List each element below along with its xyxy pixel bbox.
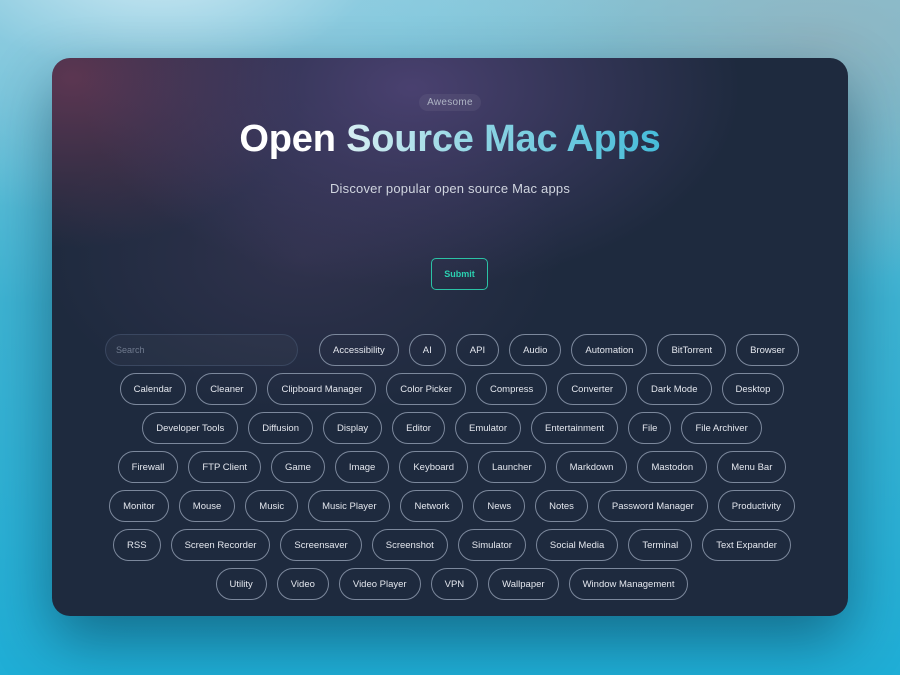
tag-row: Monitor Mouse Music Music Player Network News… xyxy=(92,490,812,522)
category-tag-music-player[interactable]: Music Player xyxy=(308,490,391,522)
category-tag-browser[interactable]: Browser xyxy=(736,334,799,366)
category-tag-notes[interactable]: Notes xyxy=(535,490,588,522)
category-tag-utility[interactable]: Utility xyxy=(215,568,267,600)
tag-row: Firewall FTP Client Game Image Keyboard Launc… xyxy=(92,451,812,483)
submit-button[interactable]: Submit xyxy=(431,258,488,290)
category-tag-cleaner[interactable]: Cleaner xyxy=(196,373,258,405)
category-tag-menu-bar[interactable]: Menu Bar xyxy=(717,451,787,483)
category-tag-file[interactable]: File xyxy=(628,412,672,444)
tag-row: RSS Screen Recorder Screensaver Screenshot S… xyxy=(92,529,812,561)
category-tag-music[interactable]: Music xyxy=(245,490,299,522)
category-tag-network[interactable]: Network xyxy=(400,490,464,522)
category-tag-image[interactable]: Image xyxy=(334,451,390,483)
hero-card: Awesome Open Source Mac Apps Discover po… xyxy=(52,58,848,616)
category-tag-text-expander[interactable]: Text Expander xyxy=(702,529,791,561)
category-tag-calendar[interactable]: Calendar xyxy=(119,373,187,405)
page-subtitle: Discover popular open source Mac apps xyxy=(329,181,571,196)
category-tag-simulator[interactable]: Simulator xyxy=(457,529,526,561)
search-input[interactable] xyxy=(105,334,299,366)
category-tag-api[interactable]: API xyxy=(455,334,500,366)
category-tag-keyboard[interactable]: Keyboard xyxy=(399,451,468,483)
category-tag-compress[interactable]: Compress xyxy=(476,373,548,405)
category-tag-video-player[interactable]: Video Player xyxy=(338,568,421,600)
category-tag-rss[interactable]: RSS xyxy=(113,529,161,561)
category-tag-accessibility[interactable]: Accessibility xyxy=(319,334,399,366)
page-title: Open Source Mac Apps xyxy=(52,118,848,161)
category-tag-emulator[interactable]: Emulator xyxy=(454,412,521,444)
category-tag-video[interactable]: Video xyxy=(276,568,329,600)
category-tag-social-media[interactable]: Social Media xyxy=(535,529,619,561)
category-tag-game[interactable]: Game xyxy=(271,451,325,483)
category-tag-mouse[interactable]: Mouse xyxy=(178,490,236,522)
tag-row: Calendar Cleaner Clipboard Manager Color Pi… xyxy=(92,373,812,405)
category-tag-automation[interactable]: Automation xyxy=(571,334,648,366)
category-tag-ai[interactable]: AI xyxy=(408,334,446,366)
category-tag-monitor[interactable]: Monitor xyxy=(109,490,169,522)
category-tag-desktop[interactable]: Desktop xyxy=(721,373,785,405)
category-tag-screensaver[interactable]: Screensaver xyxy=(280,529,362,561)
category-tag-editor[interactable]: Editor xyxy=(392,412,445,444)
category-tag-cloud: Accessibility AI API Audio Automation BitTorr… xyxy=(92,334,812,607)
category-tag-developer-tools[interactable]: Developer Tools xyxy=(142,412,239,444)
category-tag-bittorrent[interactable]: BitTorrent xyxy=(657,334,727,366)
category-tag-screen-recorder[interactable]: Screen Recorder xyxy=(170,529,271,561)
category-tag-audio[interactable]: Audio xyxy=(509,334,562,366)
category-tag-vpn[interactable]: VPN xyxy=(430,568,479,600)
category-tag-mastodon[interactable]: Mastodon xyxy=(637,451,708,483)
category-tag-file-archiver[interactable]: File Archiver xyxy=(681,412,762,444)
category-tag-dark-mode[interactable]: Dark Mode xyxy=(637,373,712,405)
category-tag-ftp-client[interactable]: FTP Client xyxy=(188,451,262,483)
category-tag-launcher[interactable]: Launcher xyxy=(478,451,546,483)
category-tag-firewall[interactable]: Firewall xyxy=(117,451,179,483)
category-tag-productivity[interactable]: Productivity xyxy=(717,490,795,522)
eyebrow-container: Awesome xyxy=(52,92,848,111)
category-tag-wallpaper[interactable]: Wallpaper xyxy=(488,568,559,600)
category-tag-markdown[interactable]: Markdown xyxy=(555,451,628,483)
category-tag-clipboard-manager[interactable]: Clipboard Manager xyxy=(267,373,377,405)
tag-row: Utility Video Video Player VPN Wallpaper Wind… xyxy=(92,568,812,600)
tag-row: Accessibility AI API Audio Automation BitTorr… xyxy=(92,334,812,366)
eyebrow-badge: Awesome xyxy=(419,94,481,111)
page-title-open: Open xyxy=(239,118,336,160)
category-tag-news[interactable]: News xyxy=(473,490,526,522)
category-tag-color-picker[interactable]: Color Picker xyxy=(386,373,467,405)
tag-row: Developer Tools Diffusion Display Editor Emu… xyxy=(92,412,812,444)
page-title-highlight: Source Mac Apps xyxy=(346,118,661,160)
category-tag-converter[interactable]: Converter xyxy=(557,373,628,405)
category-tag-display[interactable]: Display xyxy=(323,412,383,444)
category-tag-diffusion[interactable]: Diffusion xyxy=(248,412,313,444)
category-tag-screenshot[interactable]: Screenshot xyxy=(371,529,448,561)
category-tag-window-management[interactable]: Window Management xyxy=(568,568,689,600)
category-tag-terminal[interactable]: Terminal xyxy=(628,529,693,561)
category-tag-entertainment[interactable]: Entertainment xyxy=(531,412,619,444)
category-tag-password-manager[interactable]: Password Manager xyxy=(597,490,708,522)
